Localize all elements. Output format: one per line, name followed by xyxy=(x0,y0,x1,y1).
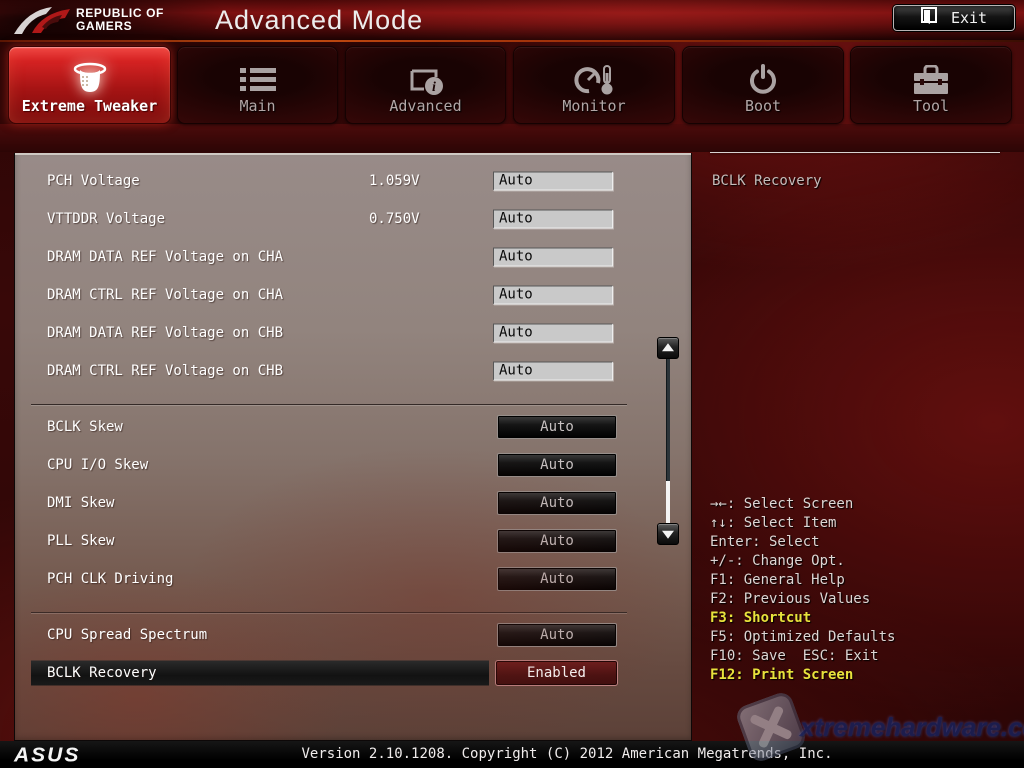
scroll-up-button[interactable] xyxy=(657,337,679,359)
key-hint: Enter: Select xyxy=(710,533,1010,552)
svg-text:i: i xyxy=(432,80,436,95)
setting-current-value: 0.750V xyxy=(369,211,420,227)
arrow-down-icon xyxy=(662,531,674,539)
setting-row-cpu-spread-spectrum[interactable]: CPU Spread Spectrum Auto xyxy=(15,616,691,654)
setting-row-pll-skew[interactable]: PLL Skew Auto xyxy=(15,522,691,560)
watermark-text: xtremehardware.com xyxy=(800,712,1024,743)
brand-line2: GAMERS xyxy=(76,20,164,33)
setting-label: CPU Spread Spectrum xyxy=(47,627,207,643)
key-hint: +/-: Change Opt. xyxy=(710,552,1010,571)
setting-label: DRAM CTRL REF Voltage on CHA xyxy=(47,287,283,303)
key-hint: →←: Select Screen xyxy=(710,495,1010,514)
brand-text: REPUBLIC OF GAMERS xyxy=(76,7,164,33)
section-divider xyxy=(31,390,627,408)
setting-dropdown[interactable]: Auto xyxy=(497,453,617,477)
setting-dropdown[interactable]: Auto xyxy=(497,567,617,591)
tab-extreme-tweaker[interactable]: Extreme Tweaker xyxy=(8,46,171,124)
key-legend: →←: Select Screen ↑↓: Select Item Enter:… xyxy=(710,495,1010,685)
tab-monitor[interactable]: Monitor xyxy=(513,46,675,124)
setting-input[interactable]: Auto xyxy=(493,324,613,343)
setting-row-dram-data-ref-chb[interactable]: DRAM DATA REF Voltage on CHB Auto xyxy=(15,314,691,352)
bios-advanced-mode-screen: { "colors": { "accent_red": "#c41414", "… xyxy=(0,0,1024,768)
tab-boot[interactable]: Boot xyxy=(682,46,844,124)
key-hint-print-screen: F12: Print Screen xyxy=(710,666,1010,685)
header-bar: REPUBLIC OF GAMERS Advanced Mode Exit xyxy=(0,0,1024,40)
arrow-up-icon xyxy=(662,343,674,351)
tab-band xyxy=(0,124,1024,152)
setting-row-pch-voltage[interactable]: PCH Voltage 1.059V Auto xyxy=(15,162,691,200)
setting-label: DRAM DATA REF Voltage on CHB xyxy=(47,325,283,341)
tab-advanced[interactable]: i Advanced xyxy=(345,46,506,124)
tab-label: Advanced xyxy=(346,97,505,115)
key-hint-shortcut: F3: Shortcut xyxy=(710,609,1010,628)
setting-label: VTTDDR Voltage xyxy=(47,211,165,227)
setting-row-bclk-skew[interactable]: BCLK Skew Auto xyxy=(15,408,691,446)
setting-row-dram-ctrl-ref-cha[interactable]: DRAM CTRL REF Voltage on CHA Auto xyxy=(15,276,691,314)
setting-label: DRAM DATA REF Voltage on CHA xyxy=(47,249,283,265)
setting-row-pch-clk-driving[interactable]: PCH CLK Driving Auto xyxy=(15,560,691,598)
exit-door-icon xyxy=(921,7,937,29)
setting-row-bclk-recovery-selected[interactable]: BCLK Recovery Enabled xyxy=(15,654,691,692)
setting-dropdown[interactable]: Auto xyxy=(497,623,617,647)
setting-row-vttddr-voltage[interactable]: VTTDDR Voltage 0.750V Auto xyxy=(15,200,691,238)
setting-row-dmi-skew[interactable]: DMI Skew Auto xyxy=(15,484,691,522)
setting-row-dram-ctrl-ref-chb[interactable]: DRAM CTRL REF Voltage on CHB Auto xyxy=(15,352,691,390)
setting-row-cpu-io-skew[interactable]: CPU I/O Skew Auto xyxy=(15,446,691,484)
header-divider xyxy=(0,40,1024,42)
setting-dropdown[interactable]: Auto xyxy=(497,415,617,439)
setting-label: BCLK Skew xyxy=(47,419,123,435)
scroll-down-button[interactable] xyxy=(657,523,679,545)
setting-input[interactable]: Auto xyxy=(493,362,613,381)
footer-bar: ASUS Version 2.10.1208. Copyright (C) 20… xyxy=(0,741,1024,768)
setting-label: DRAM CTRL REF Voltage on CHB xyxy=(47,363,283,379)
setting-input[interactable]: Auto xyxy=(493,172,613,191)
scrollbar-thumb[interactable] xyxy=(666,481,670,523)
setting-dropdown[interactable]: Auto xyxy=(497,529,617,553)
section-divider xyxy=(31,598,627,616)
page-title: Advanced Mode xyxy=(215,5,423,36)
key-hint: ↑↓: Select Item xyxy=(710,514,1010,533)
key-hint: F2: Previous Values xyxy=(710,590,1010,609)
tab-label: Boot xyxy=(683,97,843,115)
key-hint: F5: Optimized Defaults xyxy=(710,628,1010,647)
key-hint: F10: Save ESC: Exit xyxy=(710,647,1010,666)
asus-logo: ASUS xyxy=(14,745,80,768)
exit-label: Exit xyxy=(951,9,987,27)
tab-main[interactable]: Main xyxy=(177,46,338,124)
setting-label: PLL Skew xyxy=(47,533,114,549)
setting-current-value: 1.059V xyxy=(369,173,420,189)
scrollbar xyxy=(657,337,679,545)
setting-input[interactable]: Auto xyxy=(493,286,613,305)
tab-label: Monitor xyxy=(514,97,674,115)
setting-row-dram-data-ref-cha[interactable]: DRAM DATA REF Voltage on CHA Auto xyxy=(15,238,691,276)
key-hint: F1: General Help xyxy=(710,571,1010,590)
setting-label: BCLK Recovery xyxy=(47,665,157,681)
rog-eye-logo-icon xyxy=(12,2,72,42)
setting-input[interactable]: Auto xyxy=(493,210,613,229)
exit-button[interactable]: Exit xyxy=(893,5,1015,31)
settings-panel: PCH Voltage 1.059V Auto VTTDDR Voltage 0… xyxy=(14,153,692,741)
setting-dropdown[interactable]: Enabled xyxy=(495,660,618,686)
setting-input[interactable]: Auto xyxy=(493,248,613,267)
sidebar-top-divider xyxy=(710,152,1000,153)
tab-label: Main xyxy=(178,97,337,115)
setting-label: CPU I/O Skew xyxy=(47,457,148,473)
tab-tool[interactable]: Tool xyxy=(850,46,1012,124)
setting-label: PCH Voltage xyxy=(47,173,140,189)
selected-item-help-text: BCLK Recovery xyxy=(712,173,822,189)
setting-label: PCH CLK Driving xyxy=(47,571,173,587)
bios-version-text: Version 2.10.1208. Copyright (C) 2012 Am… xyxy=(110,746,1024,762)
setting-label: DMI Skew xyxy=(47,495,114,511)
setting-dropdown[interactable]: Auto xyxy=(497,491,617,515)
tab-label: Tool xyxy=(851,97,1011,115)
tab-label: Extreme Tweaker xyxy=(9,97,170,115)
